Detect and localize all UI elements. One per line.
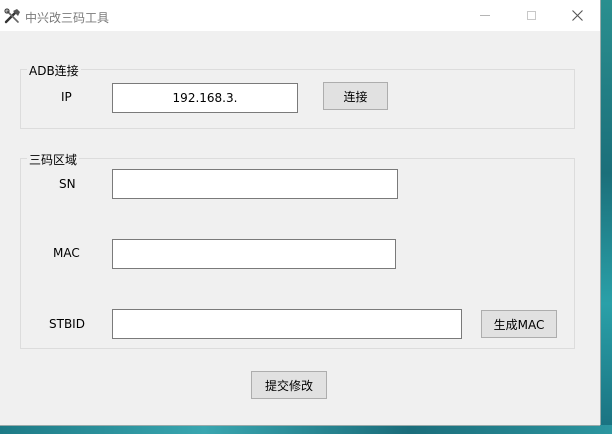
ip-input[interactable] — [112, 83, 298, 113]
close-icon — [571, 10, 583, 21]
adb-group-legend: ADB连接 — [27, 62, 81, 79]
mac-input[interactable] — [112, 239, 396, 269]
tools-icon — [4, 8, 20, 24]
ip-label: IP — [61, 90, 72, 104]
submit-button[interactable]: 提交修改 — [251, 371, 327, 399]
minimize-button[interactable] — [462, 0, 508, 31]
maximize-icon — [526, 11, 536, 20]
title-bar[interactable]: 中兴改三码工具 — [0, 0, 600, 31]
generate-mac-button[interactable]: 生成MAC — [481, 310, 557, 338]
codes-group-legend: 三码区域 — [27, 151, 80, 168]
maximize-button[interactable] — [508, 0, 554, 31]
stbid-input[interactable] — [112, 309, 462, 339]
minimize-icon — [480, 15, 490, 16]
stbid-label: STBID — [49, 317, 85, 331]
app-window: 中兴改三码工具 ADB连接 IP 连接 三码区域 SN MAC STBID 生成… — [0, 0, 600, 425]
close-button[interactable] — [554, 0, 600, 31]
connect-button[interactable]: 连接 — [323, 82, 388, 110]
sn-label: SN — [59, 177, 76, 191]
desktop-background — [600, 0, 612, 434]
mac-label: MAC — [53, 246, 80, 260]
desktop-background-bottom — [0, 425, 612, 434]
sn-input[interactable] — [112, 169, 398, 199]
window-title: 中兴改三码工具 — [25, 11, 110, 25]
